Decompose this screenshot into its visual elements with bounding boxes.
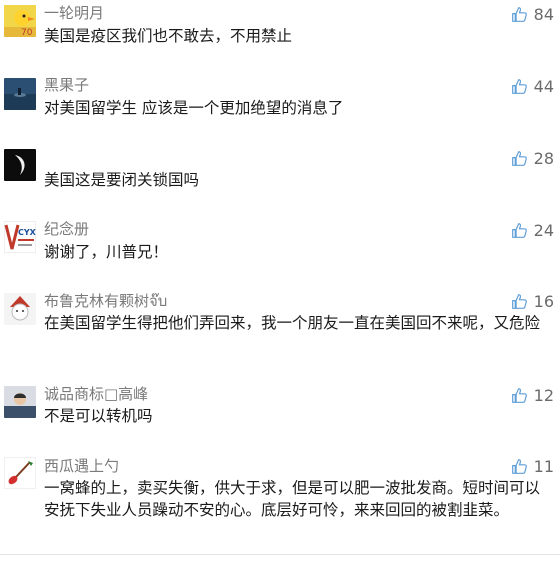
comment-username[interactable]: 纪念册	[44, 220, 89, 238]
thumbs-up-icon	[511, 222, 527, 238]
thumbs-up-icon	[511, 293, 527, 309]
like-button[interactable]: 24	[511, 220, 554, 240]
comment-text: 不是可以转机吗	[44, 407, 153, 425]
comment-username[interactable]: 西瓜遇上勺	[44, 457, 119, 475]
divider	[0, 554, 560, 555]
thumbs-up-icon	[511, 150, 527, 166]
like-count: 28	[533, 148, 554, 168]
comment-text: 一窝蜂的上，卖买失衡，供大于求，但是可以肥一波批发商。短时间可以安抚下失业人员躁…	[44, 479, 541, 519]
comment-text: 美国是疫区我们也不敢去，不用禁止	[44, 27, 293, 45]
like-count: 44	[533, 76, 554, 96]
like-button[interactable]: 44	[511, 76, 554, 96]
comment-username[interactable]: 布鲁克林有颗树จ๊บ	[44, 292, 167, 310]
like-button[interactable]: 12	[511, 385, 554, 405]
comment-text: 美国这是要闭关锁国吗	[44, 171, 200, 189]
red-spoon-avatar-icon[interactable]	[4, 457, 36, 489]
comment-text: 对美国留学生 应该是一个更加绝望的消息了	[44, 99, 344, 117]
comment-text: 谢谢了，川普兄！	[44, 243, 169, 261]
comment-username[interactable]: 一轮明月	[44, 4, 104, 22]
comment-text: 在美国留学生得把他们弄回来，我一个朋友一直在美国回不来呢，又危险	[44, 314, 541, 332]
svg-text:CYX: CYX	[18, 228, 36, 237]
like-count: 16	[533, 291, 554, 311]
thumbs-up-icon	[511, 78, 527, 94]
like-button[interactable]: 11	[511, 456, 554, 476]
person-avatar-icon[interactable]	[4, 386, 36, 418]
thumbs-up-icon	[511, 6, 527, 22]
svg-text:70: 70	[21, 28, 33, 37]
like-button[interactable]: 16	[511, 291, 554, 311]
dark-swirl-avatar-icon[interactable]	[4, 149, 36, 181]
thumbs-up-icon	[511, 387, 527, 403]
like-button[interactable]: 28	[511, 148, 554, 168]
like-count: 84	[533, 4, 554, 24]
landscape-avatar-icon[interactable]	[4, 78, 36, 110]
like-button[interactable]: 84	[511, 4, 554, 24]
cartoon-avatar-icon[interactable]	[4, 293, 36, 325]
rubber-duck-avatar-icon[interactable]: 70	[4, 5, 36, 37]
comment-username[interactable]: 诚品商标□高峰	[44, 385, 148, 403]
like-count: 12	[533, 385, 554, 405]
like-count: 24	[533, 220, 554, 240]
thumbs-up-icon	[511, 458, 527, 474]
comment-username[interactable]: 黑果子	[44, 76, 89, 94]
like-count: 11	[533, 456, 554, 476]
cyx-logo-avatar-icon[interactable]: CYX	[4, 221, 36, 253]
